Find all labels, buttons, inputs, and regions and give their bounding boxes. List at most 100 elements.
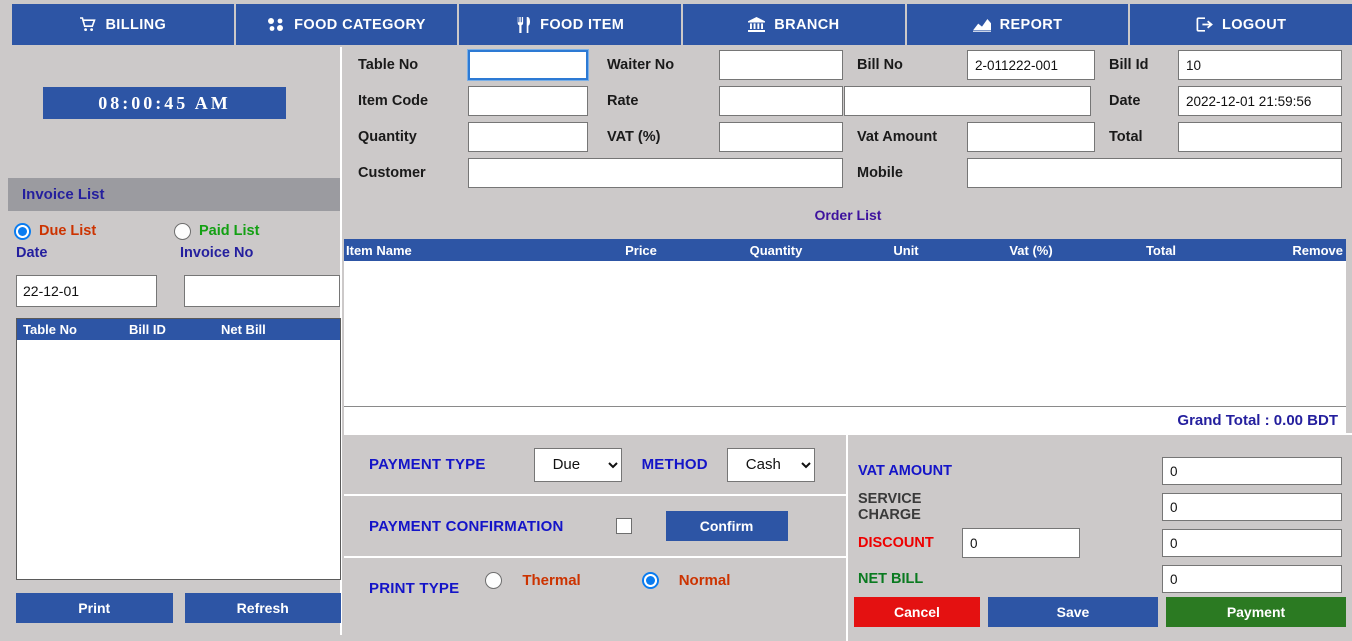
invoice-date-input[interactable]	[16, 275, 157, 307]
nav-item-logout[interactable]: LOGOUT	[1130, 4, 1352, 45]
radio-thermal-dot[interactable]	[485, 572, 503, 589]
vat-pct-input[interactable]	[719, 122, 843, 152]
cancel-button[interactable]: Cancel	[854, 597, 980, 627]
totals-vat-input[interactable]	[1162, 457, 1342, 485]
totals-service-charge-label: SERVICE CHARGE	[858, 491, 922, 523]
order-list-scrollbar[interactable]	[1346, 239, 1352, 433]
bank-icon	[748, 17, 766, 32]
radio-due-list-label: Due List	[39, 223, 97, 239]
customer-input[interactable]	[468, 158, 843, 188]
nav-item-branch[interactable]: BRANCH	[683, 4, 907, 45]
method-select[interactable]: Cash	[726, 447, 815, 482]
order-list-title: Order List	[814, 207, 882, 223]
print-button[interactable]: Print	[16, 593, 173, 623]
radio-due-list-dot[interactable]	[14, 222, 31, 240]
nav-label-food-item: FOOD ITEM	[540, 16, 625, 33]
bill-date-label: Date	[1109, 93, 1141, 109]
nav-item-food-category[interactable]: FOOD CATEGORY	[236, 4, 460, 45]
nav-item-billing[interactable]: BILLING	[12, 4, 236, 45]
totals-discount-input[interactable]	[1162, 529, 1342, 557]
payment-type-row: PAYMENT TYPE Due METHOD Cash	[344, 435, 846, 496]
order-list-header: Item Name Price Quantity Unit Vat (%) To…	[344, 239, 1346, 261]
left-panel: 08:00:45 AM Invoice List Due List Paid L…	[8, 47, 342, 635]
nav-label-billing: BILLING	[105, 16, 167, 33]
confirm-button[interactable]: Confirm	[665, 511, 788, 541]
radio-thermal[interactable]: Thermal	[485, 572, 581, 589]
waiter-no-input[interactable]	[719, 50, 843, 80]
order-col-quantity: Quantity	[749, 242, 803, 258]
invoice-no-label: Invoice No	[180, 245, 254, 261]
clock-area: 08:00:45 AM	[8, 47, 340, 178]
invoice-list-header: Invoice List	[8, 178, 340, 211]
totals-vat-label: VAT AMOUNT	[858, 463, 952, 479]
payment-type-select[interactable]: Due	[533, 447, 622, 482]
bill-no-input[interactable]	[967, 50, 1095, 80]
order-col-price: Price	[625, 242, 657, 258]
totals-panel: VAT AMOUNT SERVICE CHARGE DISCOUNT NET B…	[846, 433, 1352, 641]
vat-pct-label: VAT (%)	[607, 129, 661, 145]
item-code-input[interactable]	[468, 86, 588, 116]
clock-display: 08:00:45 AM	[43, 87, 286, 119]
invoice-table: Table No Bill ID Net Bill	[16, 318, 341, 580]
table-no-label: Table No	[358, 57, 419, 73]
radio-due-list[interactable]: Due List	[14, 222, 174, 240]
right-side: Table No Waiter No Bill No Bill Id Item …	[344, 47, 1352, 641]
payment-confirmation-row: PAYMENT CONFIRMATION Confirm	[344, 496, 846, 558]
vat-amount-input[interactable]	[967, 122, 1095, 152]
chart-icon	[972, 18, 991, 32]
payment-confirmation-label: PAYMENT CONFIRMATION	[369, 517, 564, 535]
quantity-input[interactable]	[468, 122, 588, 152]
item-code-label: Item Code	[358, 93, 429, 109]
radio-normal-dot[interactable]	[641, 572, 659, 589]
rate-input[interactable]	[719, 86, 843, 116]
table-no-input[interactable]	[468, 50, 588, 80]
save-button[interactable]: Save	[988, 597, 1158, 627]
refresh-button[interactable]: Refresh	[184, 593, 341, 623]
totals-discount-entry[interactable]	[962, 528, 1080, 558]
invoice-no-input[interactable]	[184, 275, 340, 307]
bill-no-label: Bill No	[857, 57, 903, 73]
extra-input[interactable]	[844, 86, 1091, 116]
totals-service-charge-input[interactable]	[1162, 493, 1342, 521]
nav-label-report: REPORT	[999, 16, 1063, 33]
main-navbar: BILLING FOOD CATEGORY FOOD ITEM BRANCH R…	[12, 4, 1352, 45]
totals-net-bill-input[interactable]	[1162, 565, 1342, 593]
invoice-list-title: Invoice List	[22, 186, 105, 203]
cutlery-icon	[516, 16, 531, 33]
main-actions: Cancel Save Payment	[854, 597, 1348, 627]
radio-paid-list[interactable]: Paid List	[174, 222, 260, 240]
invoice-table-header: Table No Bill ID Net Bill	[17, 319, 340, 340]
grand-total: Grand Total : 0.00 BDT	[344, 407, 1346, 433]
bill-form: Table No Waiter No Bill No Bill Id Item …	[344, 47, 1352, 199]
radio-thermal-label: Thermal	[522, 572, 581, 589]
radio-paid-list-label: Paid List	[199, 223, 260, 239]
payment-left-panel: PAYMENT TYPE Due METHOD Cash PAYMENT CON…	[344, 433, 846, 641]
net-bill-row: NET BILL	[848, 561, 1352, 597]
order-col-remove: Remove	[1292, 242, 1343, 258]
radio-normal[interactable]: Normal	[641, 572, 730, 589]
vat-amount-row: VAT AMOUNT	[848, 453, 1352, 489]
total-input[interactable]	[1178, 122, 1342, 152]
payment-confirmation-checkbox[interactable]	[615, 518, 632, 534]
payment-type-label: PAYMENT TYPE	[369, 456, 486, 473]
print-type-label: PRINT TYPE	[369, 580, 460, 597]
totals-discount-label: DISCOUNT	[858, 535, 934, 551]
discount-row: DISCOUNT	[848, 525, 1352, 561]
bill-id-label: Bill Id	[1109, 57, 1149, 73]
payment-button[interactable]: Payment	[1166, 597, 1346, 627]
logout-icon	[1196, 17, 1213, 32]
quantity-label: Quantity	[358, 129, 417, 145]
customer-label: Customer	[358, 165, 426, 181]
invoice-table-body[interactable]	[17, 340, 340, 579]
nav-item-food-item[interactable]: FOOD ITEM	[459, 4, 684, 45]
date-label: Date	[16, 245, 48, 261]
order-list-body[interactable]	[344, 261, 1346, 407]
radio-paid-list-dot[interactable]	[174, 222, 191, 240]
print-type-row: PRINT TYPE Thermal Normal	[344, 558, 846, 639]
nav-item-report[interactable]: REPORT	[907, 4, 1131, 45]
invoice-filter-radios: Due List Paid List	[8, 217, 340, 245]
mobile-input[interactable]	[967, 158, 1342, 188]
bill-id-input[interactable]	[1178, 50, 1342, 80]
vat-amount-label: Vat Amount	[857, 129, 938, 145]
bill-date-input[interactable]	[1178, 86, 1342, 116]
